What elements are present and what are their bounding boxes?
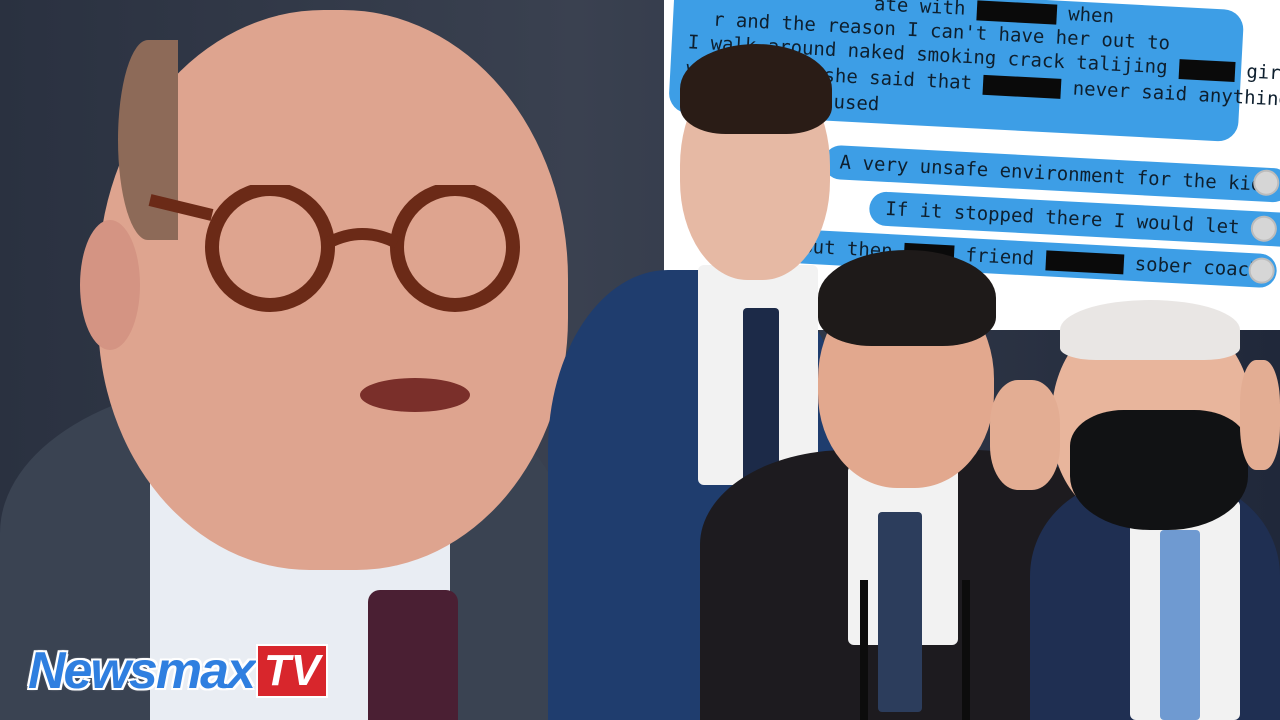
thumbnail: ate with when r and the reason I can't h… — [0, 0, 1280, 720]
mouth — [360, 378, 470, 412]
redaction-bar — [976, 0, 1058, 25]
tie — [368, 590, 458, 720]
hair — [680, 44, 832, 134]
microphone-icon — [860, 580, 868, 720]
ear — [80, 220, 140, 350]
microphone-icon — [962, 580, 970, 720]
person-left — [0, 0, 620, 720]
message-text: when — [1067, 3, 1115, 28]
logo-wordmark: Newsmax — [28, 642, 256, 700]
message-text: A very unsafe environment for the kids — [839, 151, 1275, 197]
redaction-bar — [1178, 58, 1236, 82]
face-mask-icon — [1070, 410, 1248, 530]
tie — [878, 512, 922, 712]
message-text: sober coach — [1134, 253, 1262, 282]
hand — [990, 380, 1060, 490]
hand — [1240, 360, 1280, 470]
tie — [1160, 530, 1200, 720]
message-text: girls on — [1245, 60, 1280, 88]
hair — [1060, 300, 1240, 360]
logo-tv-badge: TV — [255, 644, 329, 698]
message-text: If it stopped there I would let it go — [884, 197, 1280, 243]
glasses-icon — [148, 185, 520, 312]
hair — [818, 250, 996, 346]
newsmax-tv-logo: Newsmax TV — [28, 640, 329, 702]
redaction-bar — [982, 74, 1062, 99]
person-right — [990, 300, 1280, 720]
